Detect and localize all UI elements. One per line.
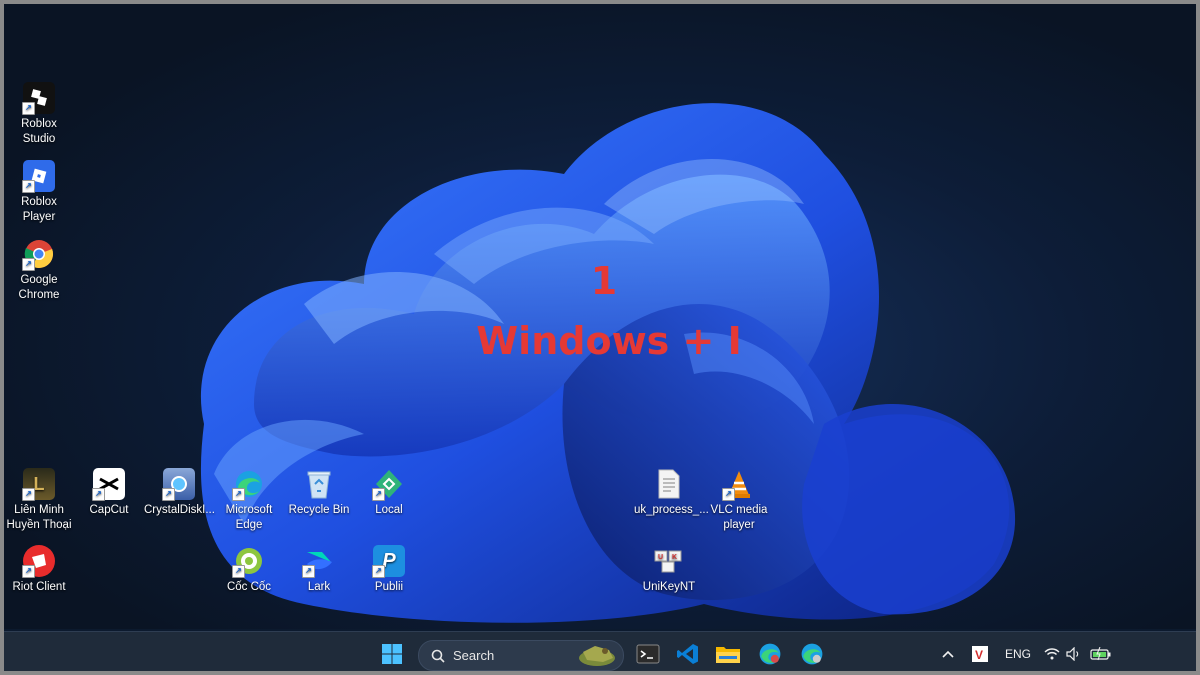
- volume-icon: [1066, 647, 1079, 661]
- desktop-wallpaper: [4, 4, 1196, 629]
- desktop-icon-capcut[interactable]: ↗ CapCut: [74, 468, 144, 518]
- icon-label: VLC media player: [710, 504, 768, 531]
- icon-label: UniKeyNT: [642, 581, 696, 593]
- crystaldiskinfo-icon: ↗: [162, 468, 195, 501]
- volume-button[interactable]: [1063, 638, 1085, 670]
- step-number-annotation: 1: [590, 259, 618, 303]
- text-file-icon: [653, 468, 685, 500]
- taskbar-search-box[interactable]: Search: [418, 640, 624, 671]
- input-language-indicator[interactable]: ENG: [1005, 647, 1031, 661]
- desktop-icon-riot-client[interactable]: ↗ Riot Client: [4, 545, 74, 595]
- icon-label: uk_process_...: [634, 504, 709, 516]
- file-explorer-icon: [716, 647, 740, 663]
- chrome-icon: ↗: [22, 238, 55, 271]
- windows-start-icon: [382, 644, 402, 664]
- desktop-icon-publii[interactable]: P ↗ Publii: [354, 545, 424, 595]
- icon-label: Roblox Studio: [21, 118, 57, 145]
- icon-label: Publii: [374, 581, 404, 593]
- desktop-icon-roblox-player[interactable]: ↗ Roblox Player: [4, 160, 74, 225]
- edge-profile-icon: [801, 643, 823, 665]
- icon-label: Roblox Player: [21, 196, 57, 223]
- desktop-icon-lark[interactable]: ↗ Lark: [284, 545, 354, 595]
- league-of-legends-icon: L ↗: [22, 468, 55, 501]
- svg-text:K: K: [672, 554, 677, 561]
- icon-label: Google Chrome: [18, 274, 60, 301]
- start-button[interactable]: [376, 638, 408, 670]
- icon-label: Recycle Bin: [288, 504, 350, 516]
- shortcut-annotation: Windows + I: [476, 319, 742, 363]
- file-explorer-button[interactable]: [712, 638, 744, 670]
- local-icon: ↗: [372, 468, 405, 501]
- coccoc-icon: ↗: [232, 545, 265, 578]
- desktop-icon-google-chrome[interactable]: ↗ Google Chrome: [4, 238, 74, 303]
- search-icon: [431, 649, 445, 663]
- desktop-icon-local[interactable]: ↗ Local: [354, 468, 424, 518]
- icon-label: Local: [375, 504, 403, 516]
- roblox-player-icon: ↗: [22, 160, 55, 193]
- lark-icon: ↗: [302, 545, 335, 578]
- icon-label: Riot Client: [12, 581, 66, 593]
- edge-icon: ↗: [232, 468, 265, 501]
- vietkey-tray-button[interactable]: V: [968, 638, 992, 670]
- wifi-icon: [1044, 648, 1060, 660]
- svg-text:V: V: [975, 648, 983, 662]
- terminal-icon: [636, 644, 660, 664]
- bloom-wallpaper-art: [200, 103, 1016, 623]
- icon-label: Cốc Cốc: [226, 581, 272, 593]
- recycle-bin-icon: [303, 468, 335, 500]
- desktop-icon-microsoft-edge[interactable]: ↗ Microsoft Edge: [214, 468, 284, 533]
- desktop-icon-unikey[interactable]: U K UniKeyNT: [634, 545, 704, 595]
- roblox-studio-icon: ↗: [22, 82, 55, 115]
- icon-label: Lark: [307, 581, 331, 593]
- vscode-button[interactable]: [672, 638, 704, 670]
- capcut-icon: ↗: [92, 468, 125, 501]
- screen-frame: 1 Windows + I ↗ Roblox Studio ↗ Roblox P…: [0, 0, 1200, 675]
- vietkey-icon: V: [972, 646, 988, 662]
- desktop-icon-lien-minh[interactable]: L ↗ Liên Minh Huyền Thoại: [4, 468, 74, 533]
- svg-text:U: U: [658, 554, 663, 561]
- vlc-icon: ↗: [722, 468, 755, 501]
- search-label: Search: [453, 648, 495, 663]
- edge-profile-taskbar-button[interactable]: [796, 638, 828, 670]
- icon-label: CrystalDiskI...: [144, 504, 215, 516]
- unikey-icon: U K: [653, 545, 685, 577]
- vscode-icon: [677, 644, 698, 664]
- taskbar: Search V ENG: [4, 631, 1196, 671]
- desktop-icon-vlc[interactable]: ↗ VLC media player: [704, 468, 774, 533]
- search-highlight-illustration: [579, 646, 615, 666]
- battery-button[interactable]: [1088, 638, 1114, 670]
- chevron-up-icon: [942, 650, 954, 658]
- edge-icon: [759, 643, 781, 665]
- desktop-icon-roblox-studio[interactable]: ↗ Roblox Studio: [4, 82, 74, 147]
- desktop-icon-recycle-bin[interactable]: Recycle Bin: [284, 468, 354, 518]
- desktop-icon-coc-coc[interactable]: ↗ Cốc Cốc: [214, 545, 284, 595]
- icon-label: Liên Minh Huyền Thoại: [6, 504, 72, 531]
- network-button[interactable]: [1041, 638, 1063, 670]
- icon-label: Microsoft Edge: [225, 504, 273, 531]
- icon-label: CapCut: [89, 504, 129, 516]
- publii-icon: P ↗: [372, 545, 405, 578]
- riot-client-icon: ↗: [22, 545, 55, 578]
- desktop-icon-crystaldisk[interactable]: ↗ CrystalDiskI...: [144, 468, 215, 518]
- show-hidden-icons-button[interactable]: [936, 638, 960, 670]
- terminal-button[interactable]: [632, 638, 664, 670]
- desktop-icon-uk-process[interactable]: uk_process_...: [634, 468, 709, 518]
- edge-taskbar-button[interactable]: [754, 638, 786, 670]
- battery-icon: [1090, 647, 1111, 661]
